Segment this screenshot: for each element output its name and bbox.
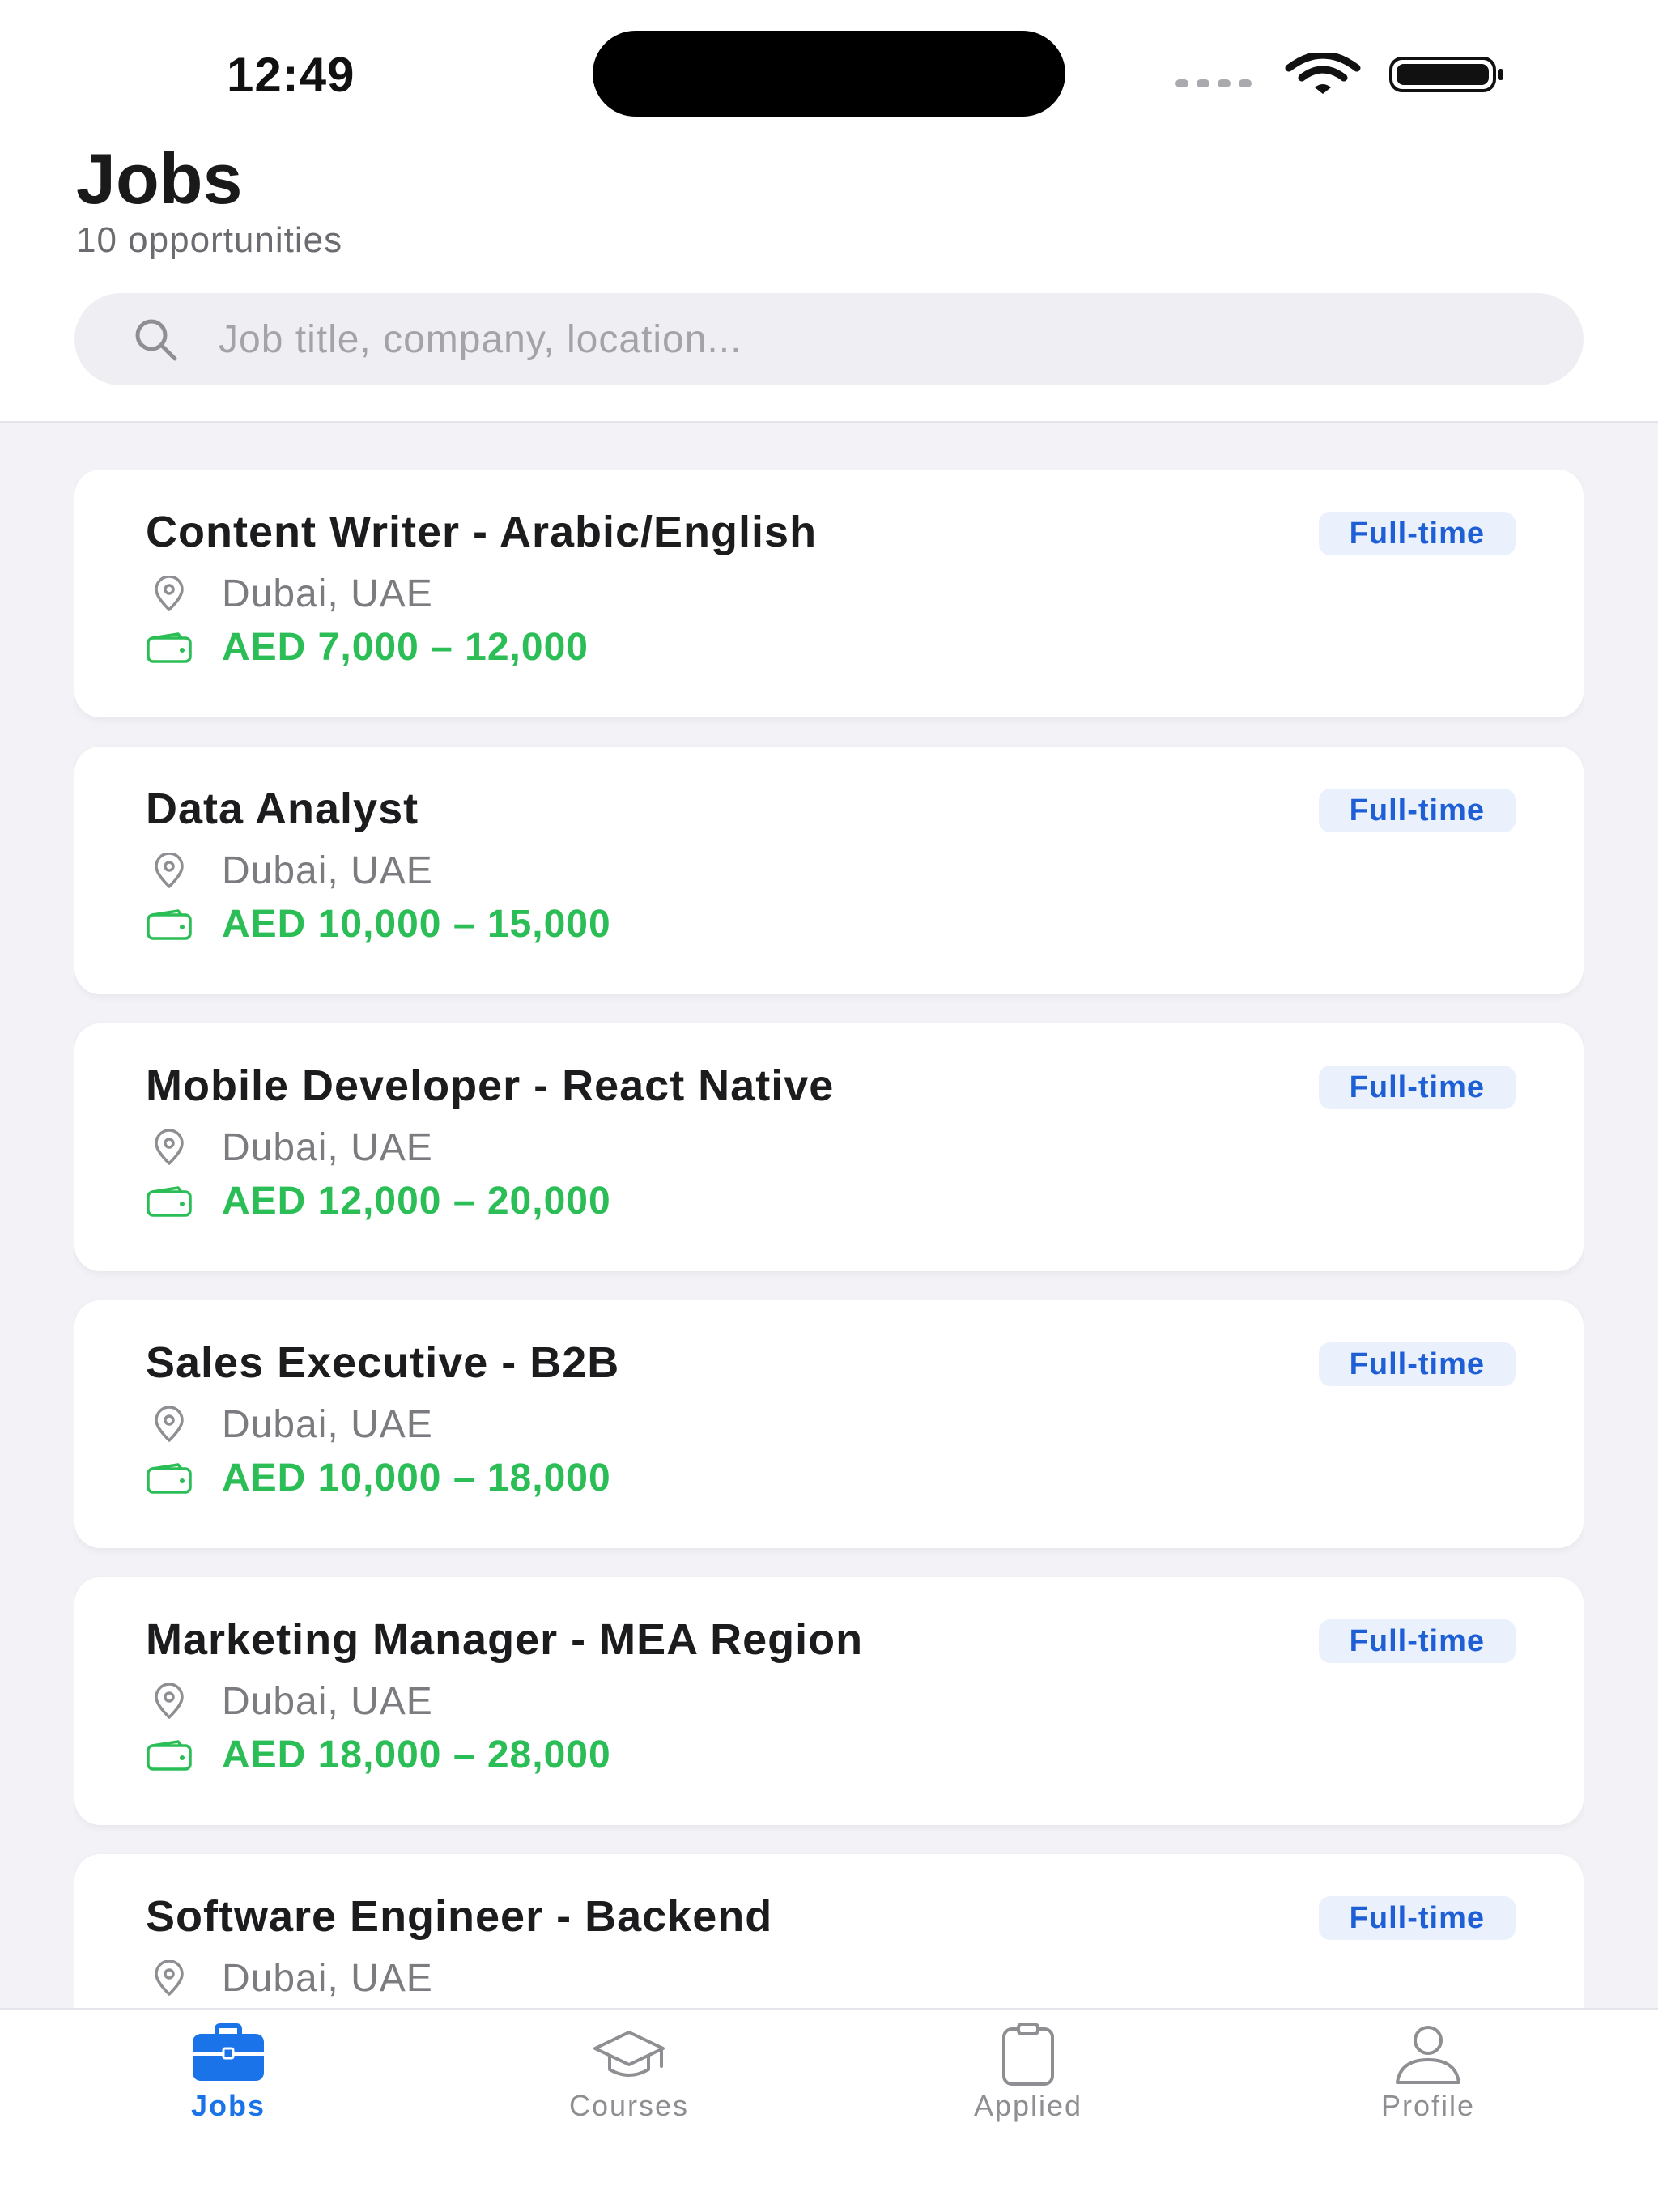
job-location: Dubai, UAE bbox=[146, 1402, 433, 1447]
tab-bar: Jobs Courses Applied Profile bbox=[0, 2008, 1658, 2212]
job-card[interactable]: Software Engineer - Backend Full-time Du… bbox=[74, 1854, 1584, 2008]
tab-label: Applied bbox=[973, 2089, 1083, 2122]
search-bar[interactable] bbox=[74, 293, 1584, 385]
briefcase-icon bbox=[193, 2023, 264, 2081]
location-pin-icon bbox=[155, 575, 184, 611]
job-type-badge: Full-time bbox=[1318, 1342, 1516, 1386]
job-location: Dubai, UAE bbox=[146, 1679, 433, 1724]
job-location-text: Dubai, UAE bbox=[222, 1403, 433, 1446]
opportunities-count: 10 opportunities bbox=[76, 220, 343, 260]
wallet-icon bbox=[147, 908, 192, 940]
job-location-text: Dubai, UAE bbox=[222, 849, 433, 892]
graduation-cap-icon bbox=[593, 2031, 665, 2077]
person-icon bbox=[1396, 2026, 1460, 2084]
job-location: Dubai, UAE bbox=[146, 1125, 433, 1170]
tab-profile[interactable]: Profile bbox=[1307, 2021, 1550, 2150]
page-title: Jobs bbox=[76, 138, 243, 219]
search-icon bbox=[135, 319, 177, 361]
dynamic-island bbox=[593, 31, 1065, 117]
location-pin-icon bbox=[155, 1406, 184, 1442]
job-salary: AED 7,000 – 12,000 bbox=[146, 625, 589, 670]
job-card[interactable]: Marketing Manager - MEA Region Full-time… bbox=[74, 1577, 1584, 1825]
wallet-icon bbox=[147, 632, 192, 663]
job-location: Dubai, UAE bbox=[146, 849, 433, 893]
location-pin-icon bbox=[155, 1959, 184, 1996]
job-title: Data Analyst bbox=[146, 785, 419, 833]
tab-applied[interactable]: Applied bbox=[907, 2021, 1150, 2150]
tab-label: Profile bbox=[1380, 2089, 1476, 2122]
job-list: Content Writer - Arabic/English Full-tim… bbox=[74, 470, 1584, 2008]
job-type-badge: Full-time bbox=[1318, 1066, 1516, 1109]
job-salary: AED 10,000 – 18,000 bbox=[146, 1456, 611, 1500]
battery-icon bbox=[1389, 57, 1503, 92]
location-pin-icon bbox=[155, 1129, 184, 1165]
job-salary: AED 18,000 – 28,000 bbox=[146, 1733, 611, 1777]
job-location: Dubai, UAE bbox=[146, 1956, 433, 2001]
location-pin-icon bbox=[155, 852, 184, 888]
job-salary-text: AED 12,000 – 20,000 bbox=[222, 1180, 611, 1223]
tab-courses[interactable]: Courses bbox=[508, 2021, 750, 2150]
wallet-icon bbox=[147, 1185, 192, 1217]
wallet-icon bbox=[147, 1739, 192, 1771]
job-location-text: Dubai, UAE bbox=[222, 1957, 433, 2000]
wifi-icon bbox=[1285, 53, 1361, 94]
job-title: Software Engineer - Backend bbox=[146, 1892, 773, 1941]
job-salary-text: AED 10,000 – 18,000 bbox=[222, 1457, 611, 1499]
job-title: Sales Executive - B2B bbox=[146, 1338, 620, 1387]
job-card[interactable]: Data Analyst Full-time Dubai, UAE AED 10… bbox=[74, 747, 1584, 994]
job-type-badge: Full-time bbox=[1318, 789, 1516, 832]
job-location-text: Dubai, UAE bbox=[222, 1126, 433, 1169]
status-time: 12:49 bbox=[227, 48, 355, 102]
job-card[interactable]: Sales Executive - B2B Full-time Dubai, U… bbox=[74, 1300, 1584, 1548]
location-pin-icon bbox=[155, 1682, 184, 1719]
tab-jobs[interactable]: Jobs bbox=[107, 2021, 350, 2150]
job-card[interactable]: Mobile Developer - React Native Full-tim… bbox=[74, 1023, 1584, 1271]
job-salary-text: AED 7,000 – 12,000 bbox=[222, 626, 589, 669]
job-title: Content Writer - Arabic/English bbox=[146, 508, 818, 556]
header: 12:49 Jobs 10 opportunities bbox=[0, 0, 1658, 423]
jobs-screen: 12:49 Jobs 10 opportunities Content bbox=[0, 0, 1658, 2212]
job-salary-text: AED 18,000 – 28,000 bbox=[222, 1733, 611, 1776]
job-location-text: Dubai, UAE bbox=[222, 572, 433, 615]
clipboard-icon bbox=[1002, 2023, 1054, 2086]
search-input[interactable] bbox=[219, 317, 1514, 362]
job-location: Dubai, UAE bbox=[146, 572, 433, 616]
job-salary-text: AED 10,000 – 15,000 bbox=[222, 903, 611, 946]
job-title: Marketing Manager - MEA Region bbox=[146, 1615, 864, 1664]
job-location-text: Dubai, UAE bbox=[222, 1680, 433, 1723]
tab-label: Courses bbox=[568, 2089, 690, 2122]
job-salary: AED 12,000 – 20,000 bbox=[146, 1179, 611, 1223]
cellular-signal-icon bbox=[1175, 79, 1252, 87]
wallet-icon bbox=[147, 1462, 192, 1494]
job-salary: AED 10,000 – 15,000 bbox=[146, 902, 611, 946]
job-card[interactable]: Content Writer - Arabic/English Full-tim… bbox=[74, 470, 1584, 717]
job-type-badge: Full-time bbox=[1318, 1619, 1516, 1663]
job-type-badge: Full-time bbox=[1318, 512, 1516, 555]
tab-label: Jobs bbox=[190, 2089, 266, 2122]
job-title: Mobile Developer - React Native bbox=[146, 1061, 835, 1110]
job-type-badge: Full-time bbox=[1318, 1896, 1516, 1940]
